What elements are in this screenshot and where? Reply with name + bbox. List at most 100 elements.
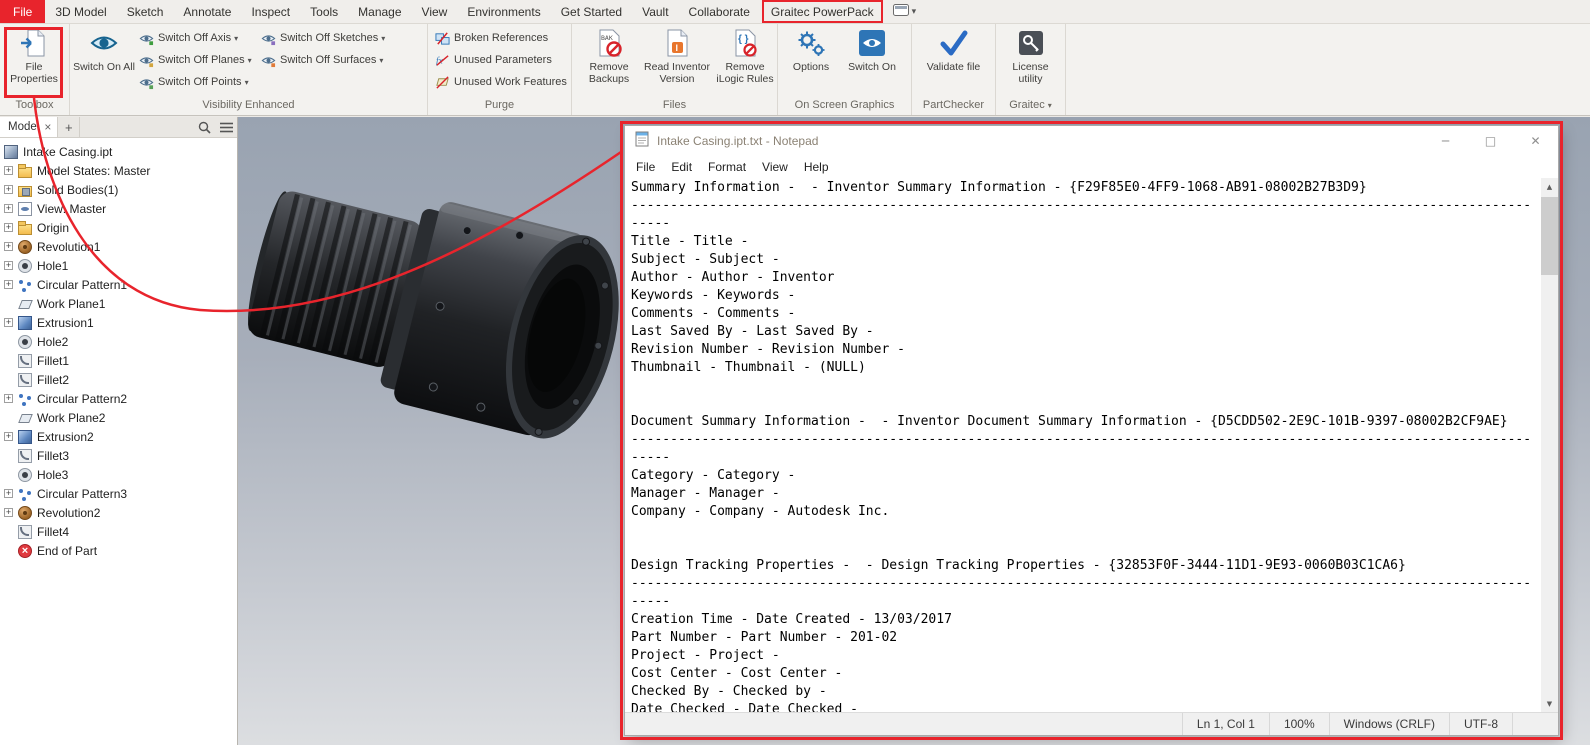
- add-tab-button[interactable]: +: [58, 117, 81, 137]
- notepad-title-bar[interactable]: Intake Casing.ipt.txt - Notepad ─ □ ✕: [625, 126, 1558, 156]
- ribbon-tab[interactable]: Annotate: [173, 0, 241, 23]
- group-label-graitec[interactable]: Graitec: [996, 98, 1065, 115]
- tree-item[interactable]: + Revolution1: [0, 237, 237, 256]
- text-line: -----: [631, 216, 671, 231]
- tree-item[interactable]: + Fillet3: [0, 446, 237, 465]
- dropdown-caret-icon[interactable]: ▾: [248, 56, 252, 65]
- expander-plus-icon[interactable]: +: [4, 280, 13, 289]
- remove-backups-button[interactable]: BAK Remove Backups: [575, 27, 643, 85]
- text-line: Subject - Subject -: [631, 252, 780, 267]
- file-properties-button[interactable]: File Properties: [3, 27, 65, 85]
- dropdown-caret-icon[interactable]: ▾: [234, 34, 238, 43]
- tree-item[interactable]: + Hole2: [0, 332, 237, 351]
- tree-item[interactable]: + End of Part: [0, 541, 237, 560]
- dropdown-caret-icon[interactable]: ▾: [379, 56, 383, 65]
- expander-plus-icon[interactable]: +: [4, 508, 13, 517]
- scrollbar-track[interactable]: [1541, 195, 1558, 695]
- browser-menu-icon[interactable]: [215, 117, 237, 137]
- ribbon-tab[interactable]: Inspect: [241, 0, 300, 23]
- tree-item[interactable]: + Hole1: [0, 256, 237, 275]
- expander-plus-icon[interactable]: +: [4, 489, 13, 498]
- tree-item[interactable]: + Extrusion2: [0, 427, 237, 446]
- scrollbar-thumb[interactable]: [1541, 197, 1558, 275]
- broken-references-button[interactable]: Broken References: [431, 27, 569, 49]
- inventor-application-window: File 3D Model Sketch Annotate Inspect To…: [0, 0, 1590, 745]
- notepad-text-area[interactable]: Summary Information - - Inventor Summary…: [625, 178, 1541, 712]
- dropdown-caret-icon[interactable]: ▾: [381, 34, 385, 43]
- ribbon-tab[interactable]: File: [0, 0, 46, 23]
- ribbon-tab[interactable]: Environments: [457, 0, 550, 23]
- tree-item[interactable]: + Circular Pattern3: [0, 484, 237, 503]
- tree-item[interactable]: + Revolution2: [0, 503, 237, 522]
- expander-plus-icon[interactable]: +: [4, 394, 13, 403]
- expander-plus-icon[interactable]: +: [4, 223, 13, 232]
- tree-item-label: Hole2: [37, 334, 69, 349]
- tree-item[interactable]: + Circular Pattern1: [0, 275, 237, 294]
- ribbon-tab[interactable]: View: [412, 0, 458, 23]
- tree-item[interactable]: + Work Plane2: [0, 408, 237, 427]
- ribbon-display-toggle[interactable]: ▾: [885, 0, 925, 23]
- tree-item[interactable]: + Origin: [0, 218, 237, 237]
- ribbon-tab[interactable]: 3D Model: [45, 0, 116, 23]
- notepad-menu-item[interactable]: Format: [700, 160, 754, 174]
- expander-plus-icon[interactable]: +: [4, 432, 13, 441]
- tree-item[interactable]: + Intake Casing.ipt: [0, 142, 237, 161]
- switch-off-planes-button[interactable]: Switch Off Planes ▾: [135, 49, 257, 71]
- switch-off-points-button[interactable]: Switch Off Points ▾: [135, 71, 257, 93]
- ribbon-tab[interactable]: Sketch: [117, 0, 174, 23]
- unused-work-features-button[interactable]: Unused Work Features: [431, 71, 569, 93]
- ribbon-tab[interactable]: Tools: [300, 0, 348, 23]
- switch-off-surfaces-button[interactable]: Switch Off Surfaces ▾: [257, 49, 397, 71]
- validate-file-button[interactable]: Validate file: [919, 27, 989, 73]
- dropdown-caret-icon[interactable]: ▾: [245, 78, 249, 87]
- notepad-menu-item[interactable]: Edit: [663, 160, 700, 174]
- switch-off-sketches-button[interactable]: Switch Off Sketches ▾: [257, 27, 397, 49]
- expander-plus-icon[interactable]: +: [4, 204, 13, 213]
- notepad-menu-item[interactable]: View: [754, 160, 796, 174]
- expander-plus-icon[interactable]: +: [4, 166, 13, 175]
- tree-item[interactable]: + Solid Bodies(1): [0, 180, 237, 199]
- notepad-menu-item[interactable]: File: [628, 160, 663, 174]
- close-tab-icon[interactable]: ×: [44, 120, 51, 134]
- expander-plus-icon[interactable]: +: [4, 318, 13, 327]
- ribbon-tab[interactable]: Get Started: [551, 0, 632, 23]
- tree-item-label: Circular Pattern3: [37, 486, 128, 501]
- switch-on-all-button[interactable]: Switch On All: [73, 27, 135, 73]
- intake-casing-3d-model[interactable]: [248, 147, 648, 477]
- remove-ilogic-rules-button[interactable]: { } Remove iLogic Rules: [711, 27, 779, 85]
- tree-item[interactable]: + Model States: Master: [0, 161, 237, 180]
- chevron-down-icon: ▾: [911, 6, 917, 17]
- tree-item[interactable]: + Hole3: [0, 465, 237, 484]
- text-line: Design Tracking Properties - - Design Tr…: [631, 558, 1406, 573]
- scroll-down-icon[interactable]: ▼: [1541, 695, 1558, 712]
- close-button[interactable]: ✕: [1513, 126, 1558, 156]
- tree-item[interactable]: + Fillet4: [0, 522, 237, 541]
- ribbon-tab[interactable]: Collaborate: [679, 0, 760, 23]
- notepad-menu-item[interactable]: Help: [796, 160, 837, 174]
- ribbon-tab[interactable]: Vault: [632, 0, 678, 23]
- read-inventor-version-button[interactable]: I Read Inventor Version: [643, 27, 711, 85]
- tree-item[interactable]: + Circular Pattern2: [0, 389, 237, 408]
- search-icon[interactable]: [193, 117, 215, 137]
- maximize-button[interactable]: □: [1468, 126, 1513, 156]
- tree-item[interactable]: + View: Master: [0, 199, 237, 218]
- expander-plus-icon[interactable]: +: [4, 185, 13, 194]
- switch-on-button[interactable]: Switch On: [841, 27, 903, 73]
- tree-item[interactable]: + Fillet1: [0, 351, 237, 370]
- expander-plus-icon[interactable]: +: [4, 261, 13, 270]
- ribbon-tab[interactable]: Manage: [348, 0, 411, 23]
- expander-plus-icon[interactable]: +: [4, 242, 13, 251]
- options-button[interactable]: Options: [781, 27, 841, 73]
- vertical-scrollbar[interactable]: ▲ ▼: [1541, 178, 1558, 712]
- tree-item[interactable]: + Work Plane1: [0, 294, 237, 313]
- tab-model[interactable]: Model ×: [0, 117, 59, 137]
- unused-parameters-button[interactable]: fx Unused Parameters: [431, 49, 569, 71]
- scroll-up-icon[interactable]: ▲: [1541, 178, 1558, 195]
- license-utility-button[interactable]: License utility: [1000, 27, 1062, 85]
- minimize-button[interactable]: ─: [1423, 126, 1468, 156]
- tree-item[interactable]: + Extrusion1: [0, 313, 237, 332]
- text-line: ----------------------------------------…: [631, 198, 1532, 213]
- tree-item[interactable]: + Fillet2: [0, 370, 237, 389]
- ribbon-tab[interactable]: Graitec PowerPack: [761, 0, 883, 23]
- switch-off-axis-button[interactable]: Switch Off Axis ▾: [135, 27, 257, 49]
